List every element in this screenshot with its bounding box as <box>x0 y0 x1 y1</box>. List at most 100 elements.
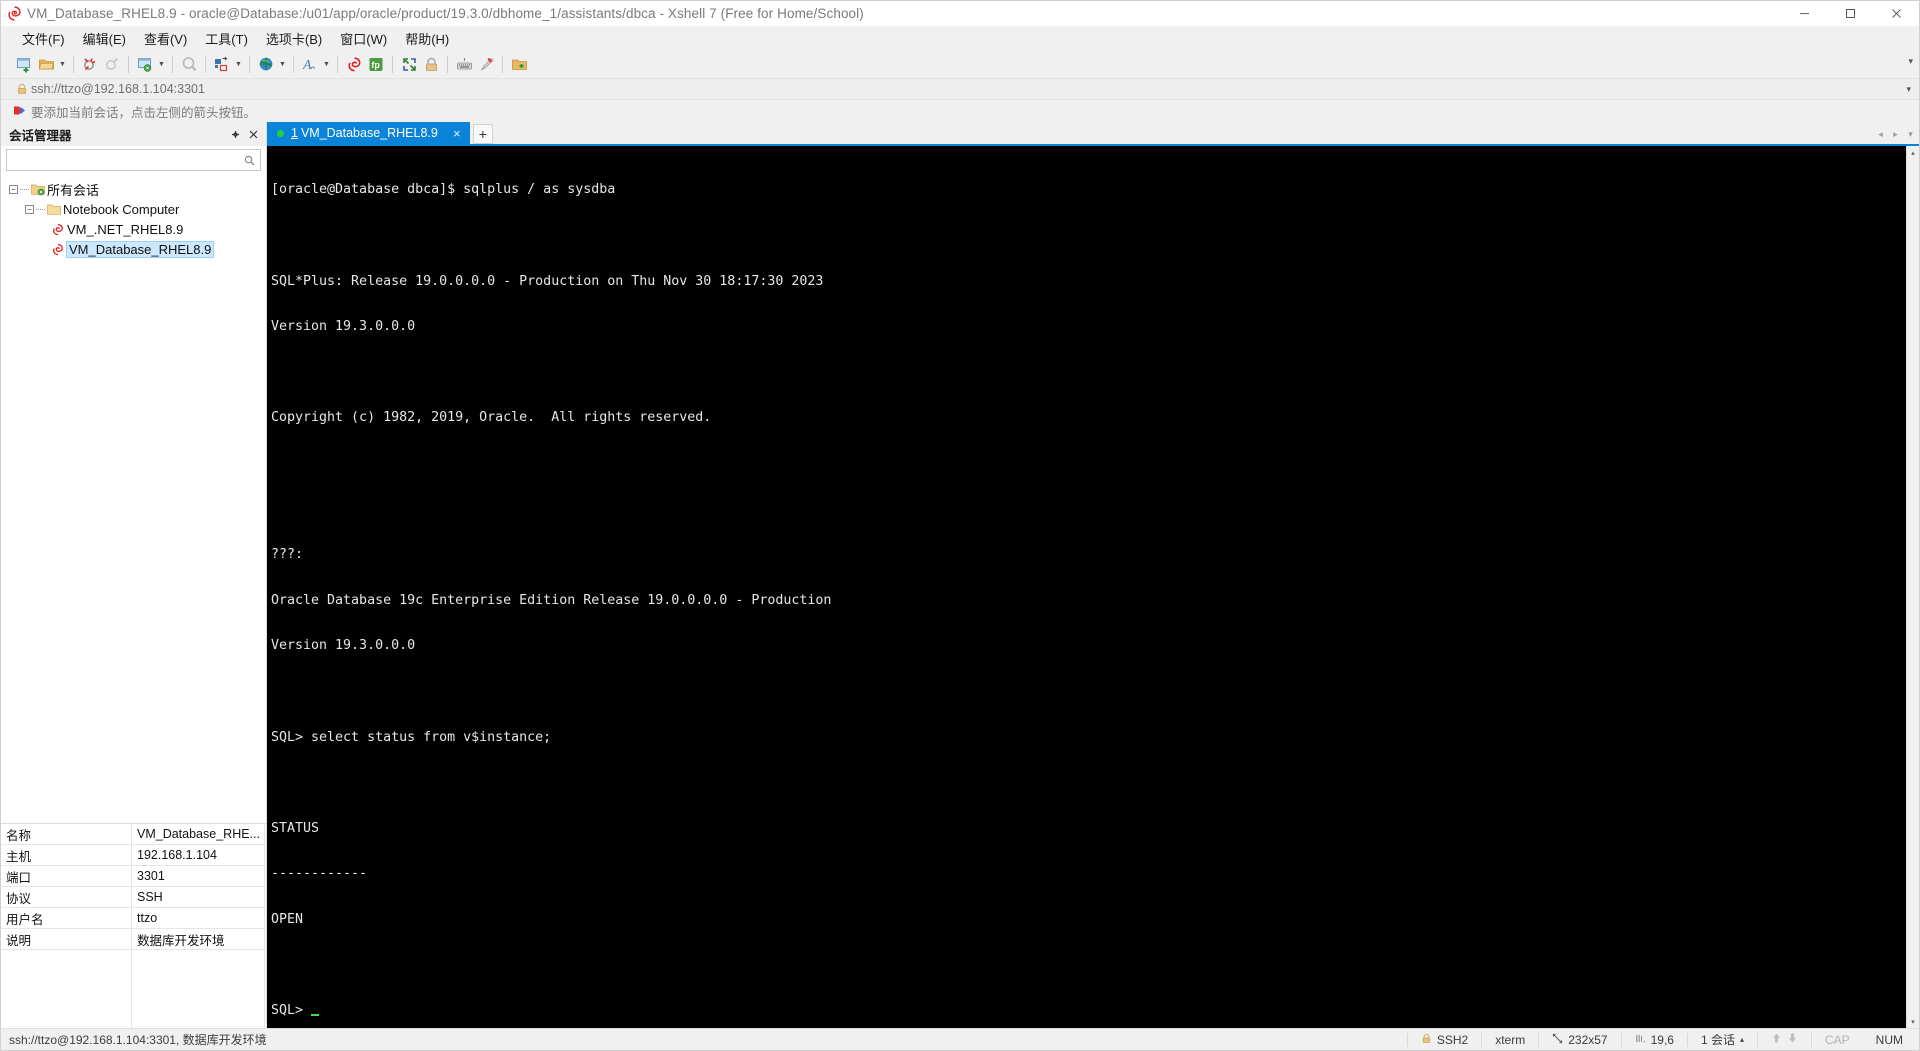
layout-dropdown-icon[interactable]: ▼ <box>233 52 244 76</box>
address-bar-dropdown-icon[interactable]: ▾ <box>1906 84 1911 95</box>
maximize-button[interactable] <box>1827 1 1873 26</box>
tree-item-vm-net-rhel89[interactable]: VM_.NET_RHEL8.9 <box>1 219 266 239</box>
transfer-globe-icon[interactable] <box>255 52 277 76</box>
toolbar-overflow-icon[interactable]: ▾ <box>1908 56 1913 67</box>
tree-item-notebook-computer[interactable]: − Notebook Computer <box>1 199 266 219</box>
xftp-icon[interactable]: fp <box>365 52 387 76</box>
session-properties-icon[interactable] <box>134 52 156 76</box>
keyboard-icon[interactable] <box>453 52 475 76</box>
tab-close-icon[interactable]: × <box>450 126 464 141</box>
close-button[interactable] <box>1873 1 1919 26</box>
menu-help[interactable]: 帮助(H) <box>396 26 458 51</box>
transfer-globe-dropdown-icon[interactable]: ▼ <box>277 52 288 76</box>
tab-vm-database-rhel89[interactable]: 1 VM_Database_RHEL8.9 × <box>267 122 470 144</box>
menu-view[interactable]: 查看(V) <box>135 26 196 51</box>
hint-bar: 要添加当前会话，点击左侧的箭头按钮。 <box>1 100 1919 122</box>
xshell-icon[interactable] <box>343 52 365 76</box>
new-tab-button[interactable]: + <box>472 124 493 144</box>
hint-text: 要添加当前会话，点击左侧的箭头按钮。 <box>31 105 257 120</box>
status-num-label: NUM <box>1875 1032 1903 1047</box>
status-num-lock: NUM <box>1863 1033 1919 1047</box>
status-protocol[interactable]: SSH2 <box>1408 1033 1481 1047</box>
layout-icon[interactable] <box>211 52 233 76</box>
tab-scroll-left-icon[interactable]: ◂ <box>1874 127 1887 141</box>
find-icon[interactable] <box>178 52 200 76</box>
disconnect-icon[interactable] <box>79 52 101 76</box>
reconnect-icon[interactable] <box>101 52 123 76</box>
tree-item-all-sessions[interactable]: − 所有会话 <box>1 179 266 199</box>
title-bar: VM_Database_RHEL8.9 - oracle@Database:/u… <box>1 1 1919 26</box>
property-table-tail <box>1 950 266 1028</box>
svg-text:fp: fp <box>371 60 380 70</box>
lock-icon <box>1421 1033 1432 1047</box>
highlight-icon[interactable] <box>475 52 497 76</box>
session-count-caret-icon[interactable]: ▴ <box>1740 1035 1744 1044</box>
property-filler <box>265 887 266 907</box>
session-manager-panel: 会话管理器 − 所有会话 − Notebook Computer VM_.NET… <box>1 122 267 1028</box>
tree-item-vm-database-rhel89[interactable]: VM_Database_RHEL8.9 <box>1 239 266 259</box>
menu-file[interactable]: 文件(F) <box>13 26 74 51</box>
menu-window[interactable]: 窗口(W) <box>331 26 396 51</box>
new-session-icon[interactable] <box>13 52 35 76</box>
lock-icon[interactable] <box>420 52 442 76</box>
property-key: 名称 <box>1 824 132 844</box>
session-properties-dropdown-icon[interactable]: ▼ <box>156 52 167 76</box>
status-connection-info: ssh://ttzo@192.168.1.104:3301, 数据库开发环境 <box>9 1033 267 1047</box>
property-filler <box>265 908 266 928</box>
property-value: 数据库开发环境 <box>132 929 265 949</box>
tree-connector <box>20 188 29 190</box>
search-input[interactable] <box>10 152 241 168</box>
session-search-box[interactable] <box>6 149 261 171</box>
open-folder-icon[interactable] <box>35 52 57 76</box>
terminal-scrollbar[interactable]: ▴ ▾ <box>1906 146 1919 1028</box>
terminal-wrapper: [oracle@Database dbca]$ sqlplus / as sys… <box>267 144 1919 1028</box>
window-title: VM_Database_RHEL8.9 - oracle@Database:/u… <box>27 5 864 21</box>
status-terminal-type[interactable]: xterm <box>1482 1033 1538 1047</box>
menu-edit[interactable]: 编辑(E) <box>74 26 135 51</box>
font-icon[interactable]: A <box>299 52 321 76</box>
scroll-up-icon[interactable]: ▴ <box>1907 146 1919 159</box>
status-cursor-position[interactable]: 19,6 <box>1622 1033 1687 1047</box>
status-session-count[interactable]: 1 会话 ▴ <box>1688 1031 1757 1048</box>
toolbar-separator <box>249 55 250 73</box>
minimize-button[interactable] <box>1781 1 1827 26</box>
status-caps-lock: CAP <box>1812 1033 1863 1047</box>
folder-plus-icon[interactable] <box>508 52 530 76</box>
tab-scroll-right-icon[interactable]: ▸ <box>1889 127 1902 141</box>
toolbar-separator <box>293 55 294 73</box>
svg-text:A: A <box>302 58 312 73</box>
expander-all-sessions[interactable]: − <box>7 184 20 194</box>
tab-number: 1 <box>291 126 298 140</box>
font-dropdown-icon[interactable]: ▼ <box>321 52 332 76</box>
terminal-output[interactable]: [oracle@Database dbca]$ sqlplus / as sys… <box>267 146 1906 1028</box>
menu-tools[interactable]: 工具(T) <box>196 26 257 51</box>
workspace: 会话管理器 − 所有会话 − Notebook Computer VM_.NET… <box>1 122 1919 1028</box>
lock-icon <box>13 83 31 95</box>
tab-list-menu-icon[interactable]: ▾ <box>1904 127 1917 141</box>
expander-notebook-computer[interactable]: − <box>23 204 36 214</box>
property-value: 3301 <box>132 866 265 886</box>
address-bar[interactable]: ssh://ttzo@192.168.1.104:3301 ▾ <box>1 78 1919 100</box>
property-row: 名称 VM_Database_RHE... <box>1 824 266 845</box>
fullscreen-icon[interactable] <box>398 52 420 76</box>
terminal-prompt-line: SQL> <box>271 1003 1906 1018</box>
address-bar-value: ssh://ttzo@192.168.1.104:3301 <box>31 82 205 96</box>
status-bar: ssh://ttzo@192.168.1.104:3301, 数据库开发环境 S… <box>1 1028 1919 1050</box>
terminal-area: 1 VM_Database_RHEL8.9 × + ◂ ▸ ▾ [oracle@… <box>267 122 1919 1028</box>
menu-tabs[interactable]: 选项卡(B) <box>257 26 331 51</box>
open-folder-dropdown-icon[interactable]: ▼ <box>57 52 68 76</box>
scrollbar-track[interactable] <box>1907 159 1919 1015</box>
status-size[interactable]: 232x57 <box>1539 1033 1620 1047</box>
scroll-down-icon[interactable]: ▾ <box>1907 1015 1919 1028</box>
property-key: 协议 <box>1 887 132 907</box>
red-arrow-icon <box>13 105 31 117</box>
search-icon[interactable] <box>241 155 257 166</box>
property-value: SSH <box>132 887 265 907</box>
property-row: 用户名 ttzo <box>1 908 266 929</box>
cursor-icon <box>1635 1033 1646 1047</box>
close-panel-button[interactable] <box>244 125 262 143</box>
pin-panel-button[interactable] <box>226 125 244 143</box>
